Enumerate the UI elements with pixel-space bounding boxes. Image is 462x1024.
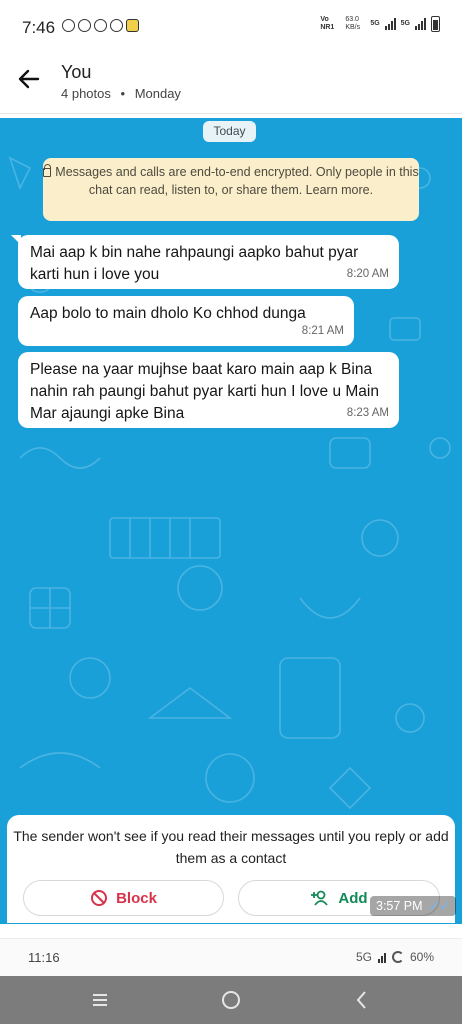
app-notification-icon — [126, 19, 139, 32]
messenger-icon — [78, 19, 91, 32]
message-bubble[interactable]: Mai aap k bin nahe rahpaungi aapko bahut… — [11, 235, 399, 289]
encryption-notice[interactable]: Messages and calls are end-to-end encryp… — [43, 158, 419, 221]
last-seen-day: Monday — [134, 86, 181, 101]
network-5g-3: 5G — [355, 950, 372, 964]
subtitle-dot: • — [120, 86, 126, 101]
contact-subtitle: 4 photos • Monday — [61, 86, 181, 101]
add-person-icon — [311, 890, 329, 906]
add-label: Add — [338, 889, 368, 907]
block-icon — [91, 890, 108, 906]
signal-icon — [384, 18, 396, 30]
message-bubble[interactable]: Please na yaar mujhse baat karo main aap… — [18, 352, 399, 428]
phone-icon — [110, 19, 123, 32]
encryption-text: Messages and calls are end-to-end encryp… — [55, 165, 419, 197]
status-bar: 7:46 Vo NR1 63.0 KB/s 5G 5G — [0, 0, 462, 52]
message-text: Please na yaar mujhse baat karo main aap… — [30, 361, 379, 422]
status-right-2: 5G 60% — [356, 950, 434, 964]
battery-percent: 60% — [409, 950, 434, 964]
battery-icon — [431, 16, 440, 32]
status-time: 7:46 — [22, 18, 56, 37]
photo-count: 4 photos — [61, 86, 111, 101]
date-chip: Today — [203, 121, 256, 142]
battery-ring-icon — [391, 951, 404, 963]
nav-back-icon[interactable] — [350, 988, 374, 1012]
navigation-bar — [0, 976, 462, 1024]
block-button[interactable]: Block — [23, 880, 224, 916]
home-icon[interactable] — [219, 988, 243, 1012]
status-time-2: 11:16 — [28, 950, 60, 965]
chat-area[interactable]: Today Messages and calls are end-to-end … — [0, 118, 462, 924]
message-time: 8:23 AM — [346, 407, 389, 419]
divider — [0, 924, 462, 938]
instagram-icon — [94, 19, 107, 32]
message-bubble[interactable]: Aap bolo to main dholo Ko chhod dunga 8:… — [18, 296, 354, 346]
chat-header: You 4 photos • Monday — [0, 52, 462, 114]
double-check-icon: ✓✓ — [429, 899, 450, 913]
notification-icons — [62, 19, 139, 32]
overlay-timestamp: 3:57 PM ✓✓ — [370, 896, 456, 916]
status-right: Vo NR1 63.0 KB/s 5G 5G — [320, 16, 440, 32]
bubble-tail — [11, 235, 21, 245]
speed-label: 63.0 KB/s — [345, 16, 361, 31]
network-5g-1: 5G — [370, 20, 380, 27]
network-label: Vo NR1 — [320, 16, 335, 31]
whatsapp-icon — [62, 19, 75, 32]
contact-name[interactable]: You — [61, 62, 91, 83]
message-text: Mai aap k bin nahe rahpaungi aapko bahut… — [30, 244, 359, 283]
lock-icon — [43, 164, 52, 177]
message-text: Aap bolo to main dholo Ko chhod dunga — [30, 305, 306, 322]
secondary-status-bar: 11:16 5G 60% — [0, 938, 462, 976]
block-label: Block — [116, 889, 157, 907]
message-time: 8:21 AM — [301, 325, 344, 337]
back-arrow-icon[interactable] — [16, 66, 42, 92]
network-5g-2: 5G — [400, 20, 410, 27]
message-time: 8:20 AM — [346, 268, 389, 280]
read-receipt-notice: The sender won't see if you read their m… — [13, 828, 449, 866]
signal-icon-3 — [377, 951, 386, 963]
recent-apps-icon[interactable] — [88, 988, 112, 1012]
signal-icon-2 — [415, 18, 426, 30]
overlay-time-text: 3:57 PM — [376, 899, 423, 913]
